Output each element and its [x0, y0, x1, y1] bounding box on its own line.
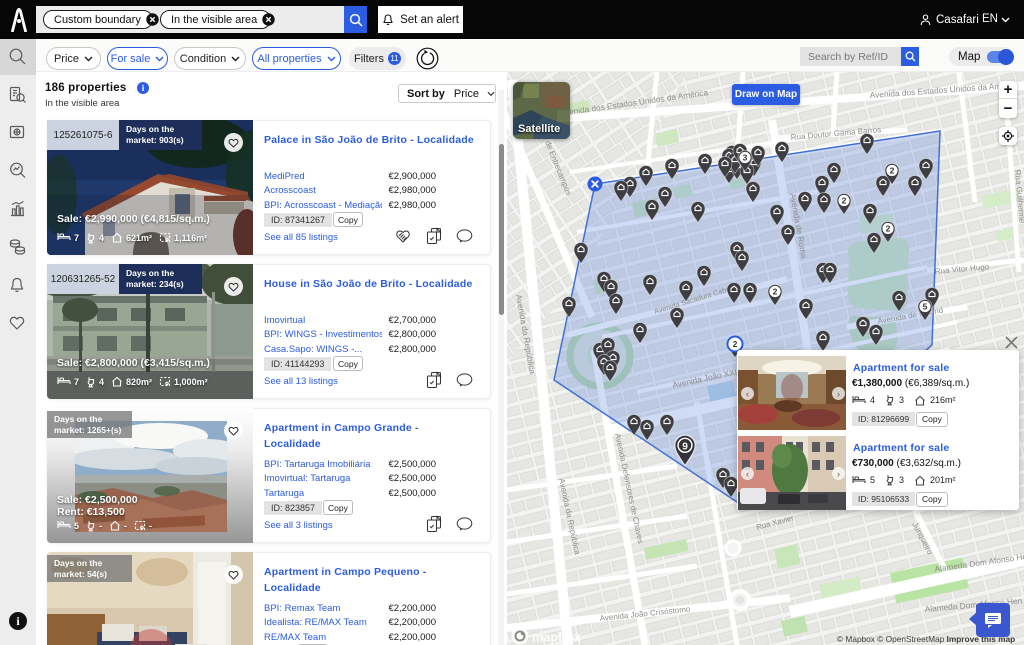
svg-text:2: 2 — [842, 196, 847, 206]
svg-text:2: 2 — [733, 339, 738, 349]
svg-text:2: 2 — [773, 287, 778, 297]
svg-text:2: 2 — [886, 224, 891, 234]
svg-text:3: 3 — [743, 153, 748, 163]
svg-text:9: 9 — [682, 441, 688, 452]
svg-text:5: 5 — [923, 302, 928, 312]
svg-text:2: 2 — [890, 166, 895, 176]
svg-text:mapbox: mapbox — [532, 631, 581, 645]
